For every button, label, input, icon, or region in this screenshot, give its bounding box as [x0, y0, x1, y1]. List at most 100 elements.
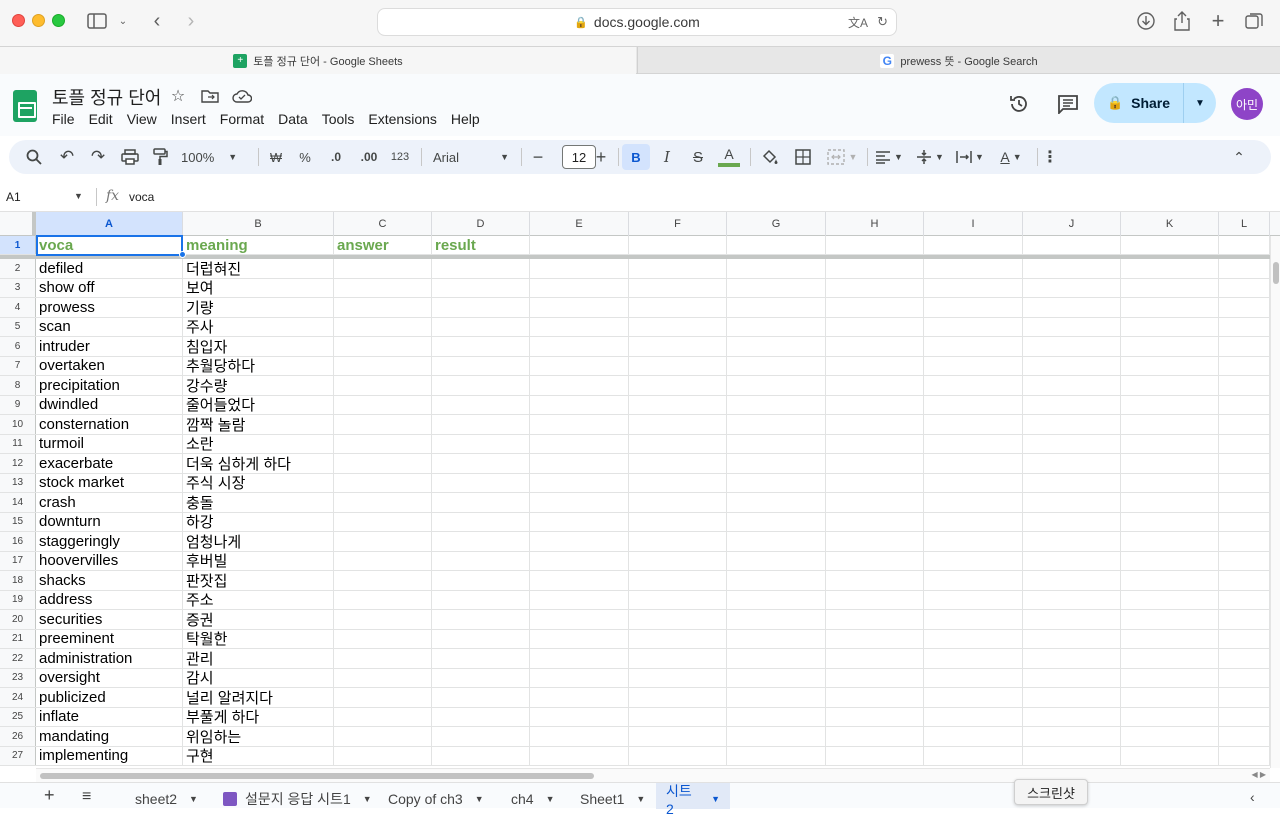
- cell[interactable]: [1219, 590, 1270, 609]
- row-number[interactable]: 24: [0, 688, 36, 707]
- cell[interactable]: [727, 629, 826, 648]
- row-number[interactable]: 21: [0, 629, 36, 648]
- cell[interactable]: [727, 688, 826, 707]
- cell[interactable]: [530, 493, 629, 512]
- cell[interactable]: [924, 571, 1023, 590]
- cell[interactable]: [1219, 317, 1270, 336]
- redo-icon[interactable]: ↷: [85, 144, 111, 170]
- cell[interactable]: [727, 415, 826, 434]
- cell[interactable]: [1121, 236, 1219, 254]
- row-number[interactable]: 25: [0, 707, 36, 726]
- cell[interactable]: [1023, 434, 1121, 453]
- cell[interactable]: administration: [36, 649, 183, 668]
- cell[interactable]: [530, 532, 629, 551]
- cell[interactable]: [432, 629, 530, 648]
- merge-cells-icon[interactable]: ▼: [822, 144, 862, 170]
- cell[interactable]: 침입자: [183, 337, 334, 356]
- cell[interactable]: [1121, 317, 1219, 336]
- cell[interactable]: [826, 571, 924, 590]
- cell[interactable]: [629, 317, 727, 336]
- cell[interactable]: [826, 259, 924, 278]
- sheet-tab-sheet2[interactable]: sheet2 ▼: [125, 783, 208, 809]
- cell[interactable]: [334, 571, 432, 590]
- column-header-i[interactable]: I: [924, 212, 1023, 236]
- cell[interactable]: 더욱 심하게 하다: [183, 454, 334, 473]
- cell[interactable]: [1121, 649, 1219, 668]
- cell[interactable]: [924, 727, 1023, 746]
- column-header-d[interactable]: D: [432, 212, 530, 236]
- cell[interactable]: [1023, 707, 1121, 726]
- cell[interactable]: [826, 649, 924, 668]
- cell[interactable]: 탁월한: [183, 629, 334, 648]
- sheet-tab-copy-of-ch3[interactable]: Copy of ch3 ▼: [378, 783, 494, 809]
- cell[interactable]: [1023, 278, 1121, 297]
- undo-icon[interactable]: ↶: [54, 144, 80, 170]
- cell[interactable]: 구현: [183, 746, 334, 765]
- row-number[interactable]: 19: [0, 590, 36, 609]
- cell[interactable]: [924, 610, 1023, 629]
- cell[interactable]: [530, 434, 629, 453]
- fill-color-icon[interactable]: [757, 144, 783, 170]
- cell[interactable]: [1121, 629, 1219, 648]
- cell[interactable]: [1121, 259, 1219, 278]
- cell[interactable]: [629, 571, 727, 590]
- cell[interactable]: 판잣집: [183, 571, 334, 590]
- browser-tab-search[interactable]: G prewess 뜻 - Google Search: [637, 47, 1280, 74]
- menu-help[interactable]: Help: [444, 109, 487, 129]
- cell[interactable]: [1121, 356, 1219, 375]
- cell[interactable]: [1121, 395, 1219, 414]
- cell[interactable]: [727, 434, 826, 453]
- vertical-scrollbar[interactable]: [1270, 236, 1280, 768]
- cell[interactable]: [826, 298, 924, 317]
- cell[interactable]: [924, 746, 1023, 765]
- sheets-logo-icon[interactable]: [13, 90, 37, 122]
- share-dropdown-button[interactable]: ▼: [1184, 83, 1216, 123]
- cell[interactable]: [727, 259, 826, 278]
- cell[interactable]: mandating: [36, 727, 183, 746]
- menu-data[interactable]: Data: [271, 109, 315, 129]
- cell[interactable]: precipitation: [36, 376, 183, 395]
- sidebar-icon[interactable]: [86, 10, 108, 32]
- cell[interactable]: [1121, 376, 1219, 395]
- cell[interactable]: [924, 395, 1023, 414]
- cell[interactable]: [629, 356, 727, 375]
- cell[interactable]: [727, 746, 826, 765]
- cell[interactable]: [924, 512, 1023, 531]
- fill-handle[interactable]: [179, 251, 186, 258]
- cell[interactable]: [1121, 590, 1219, 609]
- cell[interactable]: [334, 473, 432, 492]
- cell[interactable]: [629, 727, 727, 746]
- cell[interactable]: [1121, 278, 1219, 297]
- cell[interactable]: [629, 395, 727, 414]
- row-number[interactable]: 15: [0, 512, 36, 531]
- cell[interactable]: [1023, 512, 1121, 531]
- cell[interactable]: [826, 590, 924, 609]
- cell[interactable]: [924, 551, 1023, 570]
- cell[interactable]: [1219, 356, 1270, 375]
- cell[interactable]: [826, 532, 924, 551]
- chevron-down-icon[interactable]: ⌄: [116, 10, 130, 32]
- cell[interactable]: [826, 668, 924, 687]
- cell[interactable]: 하강: [183, 512, 334, 531]
- cell[interactable]: [334, 278, 432, 297]
- cell[interactable]: [727, 610, 826, 629]
- cell[interactable]: [334, 395, 432, 414]
- menu-tools[interactable]: Tools: [315, 109, 362, 129]
- cell[interactable]: [334, 454, 432, 473]
- horizontal-scroll-thumb[interactable]: [40, 773, 594, 779]
- cell[interactable]: [629, 590, 727, 609]
- cell[interactable]: [530, 236, 629, 254]
- cell[interactable]: [1023, 395, 1121, 414]
- cell[interactable]: [432, 551, 530, 570]
- cell[interactable]: [334, 746, 432, 765]
- cell[interactable]: [629, 434, 727, 453]
- cell[interactable]: [334, 376, 432, 395]
- cell[interactable]: [629, 688, 727, 707]
- increase-decimal-button[interactable]: .00: [355, 144, 383, 170]
- horizontal-align-icon[interactable]: ▼: [872, 144, 906, 170]
- text-rotation-icon[interactable]: A ▼: [994, 144, 1028, 170]
- row-number[interactable]: 16: [0, 532, 36, 551]
- cell[interactable]: [1219, 415, 1270, 434]
- star-icon[interactable]: ☆: [166, 85, 190, 107]
- cell[interactable]: [727, 454, 826, 473]
